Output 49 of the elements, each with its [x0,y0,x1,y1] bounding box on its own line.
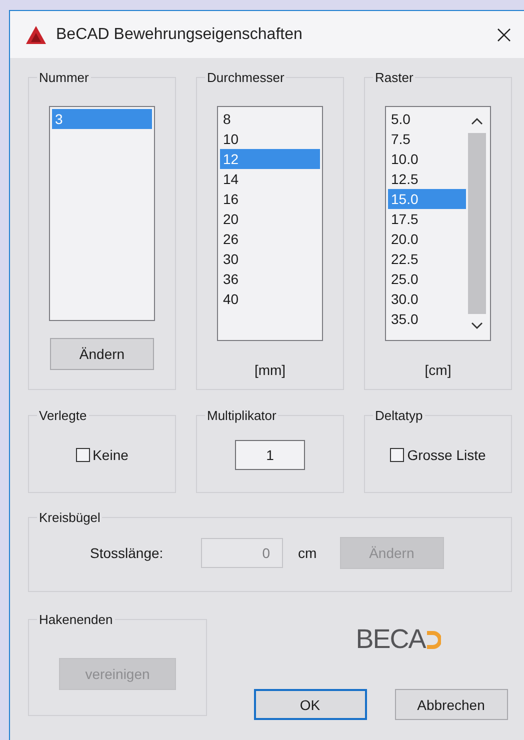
logo-bracket-icon [425,630,442,650]
unit-label: cm [298,545,317,561]
list-item[interactable]: 20.0 [388,229,466,249]
list-item[interactable]: 35.0 [388,309,466,329]
multiplier-field[interactable]: 1 [235,440,305,470]
list-item[interactable]: 10 [220,129,320,149]
checkbox[interactable] [76,448,90,462]
list-box[interactable]: 5.0 7.5 10.0 12.5 15.0 17.5 20.0 22.5 25.0 30.0 35.0 [385,106,491,341]
list-item[interactable]: 5.0 [388,109,466,129]
group-label: Raster [374,70,414,85]
change-button[interactable]: Ändern [50,338,154,370]
checkbox[interactable] [390,448,404,462]
group-label: Verlegte [38,408,88,423]
checkbox-label[interactable]: Grosse Liste [407,446,486,462]
group-label: Multiplikator [206,408,278,423]
app-logo-icon [25,24,47,44]
group-label: Durchmesser [206,70,286,85]
close-icon [497,28,511,42]
group-label: Deltatyp [374,408,424,423]
list-item[interactable]: 22.5 [388,249,466,269]
group-label: Nummer [38,70,90,85]
cancel-button[interactable]: Abbrechen [394,689,508,720]
chevron-down-icon [471,322,483,330]
field-label: Stosslänge: [90,545,164,561]
group-label: Kreisbügel [38,510,102,525]
list-item[interactable]: 7.5 [388,129,466,149]
unit-label: [cm] [424,362,452,378]
logo-text: BECA [356,624,426,655]
list-item[interactable]: 25.0 [388,269,466,289]
list-item[interactable]: 30.0 [388,289,466,309]
list-item[interactable]: 17.5 [388,209,466,229]
list-item[interactable]: 40 [220,289,320,309]
unit-label: [mm] [254,362,286,378]
list-item[interactable]: 26 [220,229,320,249]
list-item[interactable]: 10.0 [388,149,466,169]
list-item[interactable]: 36 [220,269,320,289]
ok-button[interactable]: OK [254,689,366,720]
list-item[interactable]: 30 [220,249,320,269]
list-item[interactable]: 20 [220,209,320,229]
list-item[interactable]: 8 [220,109,320,129]
checkbox-label[interactable]: Keine [92,446,128,462]
chevron-up-icon [471,117,483,125]
list-item[interactable]: 16 [220,189,320,209]
list-item[interactable]: 12.5 [388,169,466,189]
list-box[interactable]: 8 10 12 14 16 20 26 30 36 40 [217,106,323,341]
group-label: Hakenenden [38,612,114,627]
list-item[interactable]: 14 [220,169,320,189]
window-title: BeCAD Bewehrungseigenschaften [56,26,304,44]
scrollbar-thumb[interactable] [468,133,486,314]
